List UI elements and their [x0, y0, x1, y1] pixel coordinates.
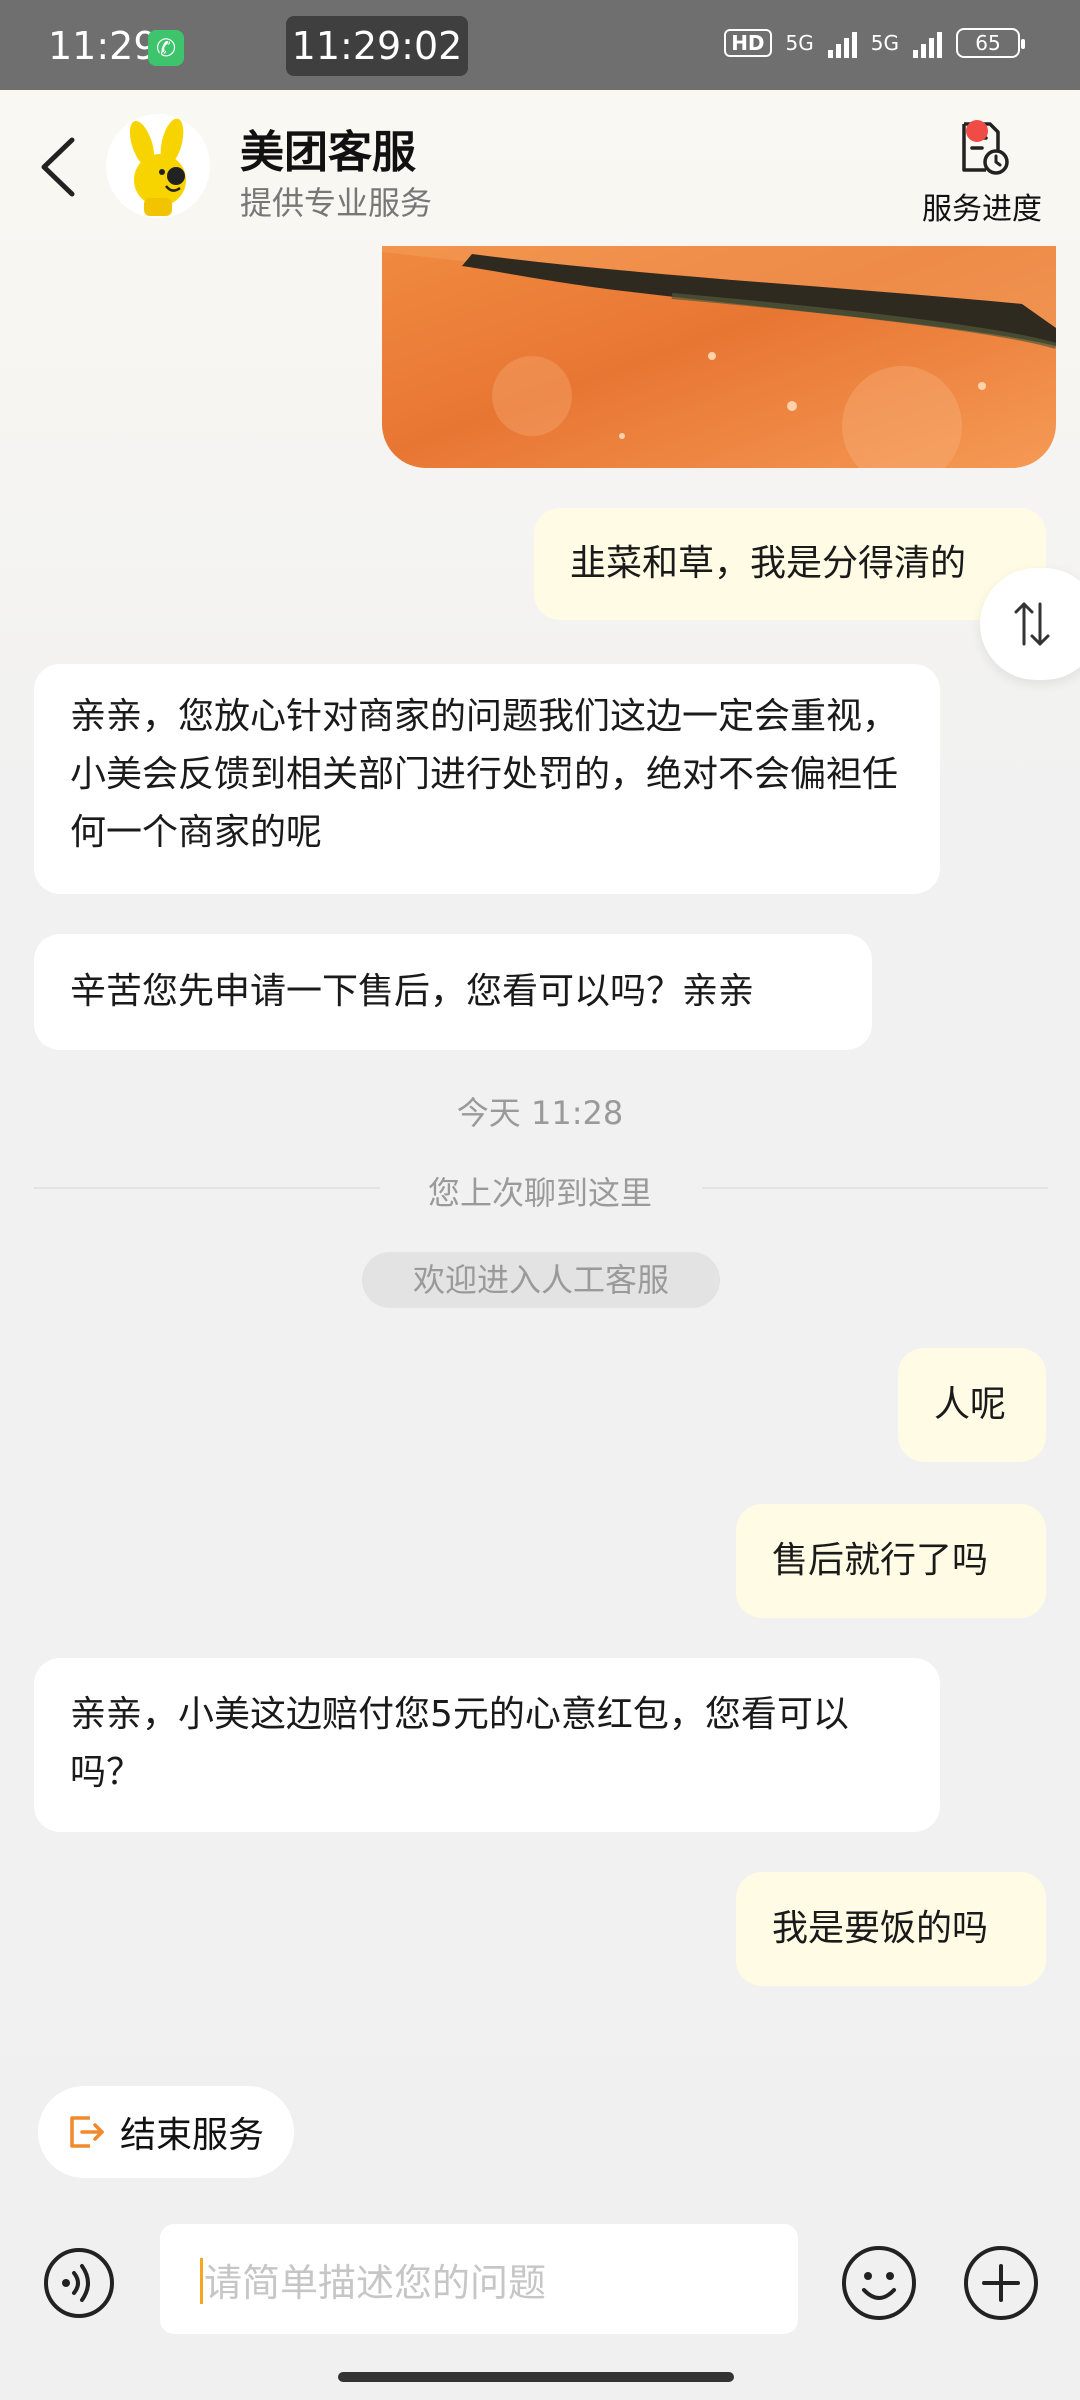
message-bubble-outgoing[interactable]: 我是要饭的吗 [736, 1872, 1046, 1986]
emoji-button[interactable] [840, 2244, 918, 2322]
call-timer[interactable]: 11:29:02 [286, 16, 468, 76]
chevron-left-icon [41, 137, 75, 197]
service-progress-button[interactable]: 服务进度 [920, 120, 1044, 240]
message-input-placeholder: 请简单描述您的问题 [204, 2261, 547, 2305]
divider [702, 1187, 1048, 1189]
message-text: 我是要饭的吗 [772, 1908, 989, 1949]
end-service-button[interactable]: 结束服务 [38, 2086, 294, 2178]
network-type-2: 5G [870, 31, 899, 55]
image-message[interactable] [382, 246, 1056, 468]
battery-icon: 65 [956, 28, 1025, 58]
text-caret [200, 2258, 203, 2304]
message-bubble-incoming[interactable]: 辛苦您先申请一下售后，您看可以吗？亲亲 [34, 934, 872, 1050]
notification-dot [966, 120, 988, 142]
system-notice: 欢迎进入人工客服 [362, 1252, 720, 1308]
exit-icon [70, 2116, 104, 2148]
smiley-icon [842, 2246, 916, 2320]
network-type-1: 5G [785, 31, 814, 55]
message-timestamp: 今天 11:28 [456, 1094, 624, 1132]
message-bubble-outgoing[interactable]: 售后就行了吗 [736, 1504, 1046, 1618]
end-service-label: 结束服务 [120, 2115, 265, 2156]
page-subtitle: 提供专业服务 [240, 184, 433, 222]
hd-voice-icon: HD [724, 29, 772, 57]
message-text: 人呢 [934, 1384, 1007, 1425]
avatar[interactable] [106, 114, 210, 218]
mascot-icon [129, 118, 186, 216]
status-indicators: HD 5G 5G 65 [724, 28, 1025, 58]
message-bubble-incoming[interactable]: 亲亲，小美这边赔付您5元的心意红包，您看可以吗？ [34, 1658, 940, 1832]
message-text: 售后就行了吗 [772, 1540, 989, 1581]
message-input[interactable]: 请简单描述您的问题 [160, 2224, 798, 2334]
more-options-button[interactable] [962, 2244, 1040, 2322]
service-progress-label: 服务进度 [922, 192, 1042, 227]
message-text: 亲亲，小美这边赔付您5元的心意红包，您看可以吗？ [70, 1694, 849, 1793]
message-text: 亲亲，您放心针对商家的问题我们这边一定会重视，小美会反馈到相关部门进行处罚的，绝… [70, 696, 899, 853]
voice-icon [44, 2248, 114, 2318]
signal-icon [913, 28, 942, 58]
scroll-toggle-button[interactable] [980, 568, 1080, 680]
voice-input-button[interactable] [42, 2246, 116, 2320]
signal-icon [827, 28, 857, 58]
back-button[interactable] [34, 132, 84, 202]
page-title: 美团客服 [240, 127, 416, 178]
message-text: 韭菜和草，我是分得清的 [570, 543, 967, 584]
swap-vertical-icon [1014, 602, 1050, 646]
message-text: 辛苦您先申请一下售后，您看可以吗？亲亲 [70, 971, 755, 1012]
phone-call-icon[interactable]: ✆ [148, 30, 184, 66]
plus-icon [964, 2246, 1038, 2320]
message-bubble-incoming[interactable]: 亲亲，您放心针对商家的问题我们这边一定会重视，小美会反馈到相关部门进行处罚的，绝… [34, 664, 940, 894]
chat-header: 美团客服 提供专业服务 服务进度 [0, 90, 1080, 246]
status-bar: 11:29 ✆ 11:29:02 HD 5G 5G 65 [0, 0, 1080, 90]
photo-content [382, 246, 1056, 468]
last-read-marker: 您上次聊到这里 [427, 1174, 652, 1212]
message-bubble-outgoing[interactable]: 韭菜和草，我是分得清的 [534, 508, 1046, 620]
status-time: 11:29 [48, 24, 158, 68]
system-notice-text: 欢迎进入人工客服 [412, 1261, 669, 1299]
message-bubble-outgoing[interactable]: 人呢 [898, 1348, 1046, 1462]
home-indicator[interactable] [338, 2372, 734, 2382]
